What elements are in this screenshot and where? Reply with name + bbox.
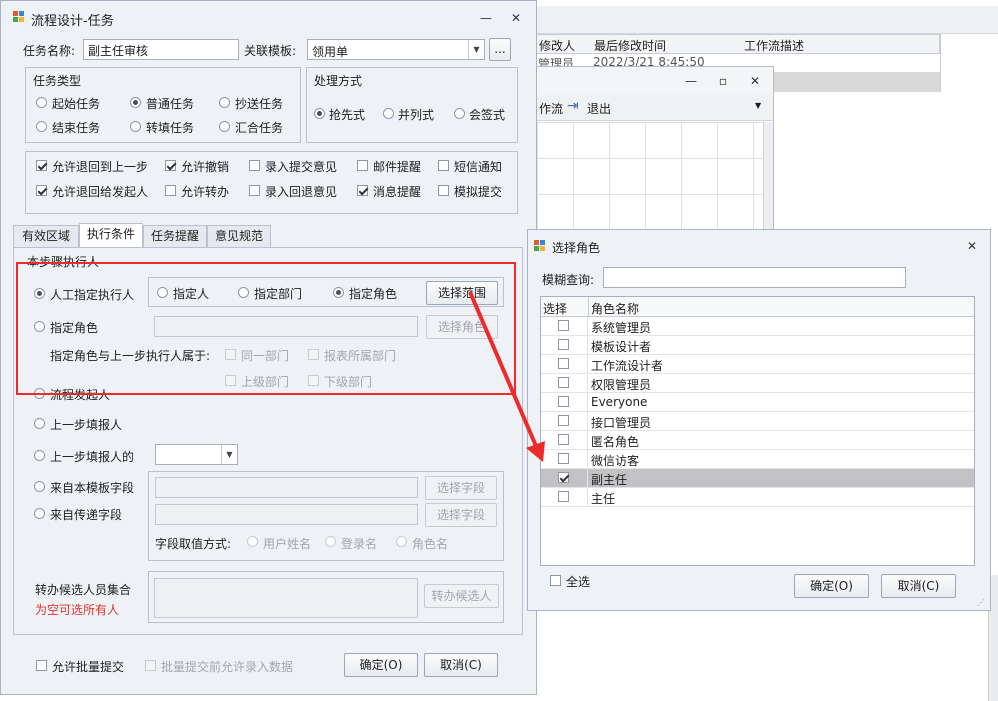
annotation-arrow-line xyxy=(468,291,538,447)
annotation-arrow xyxy=(468,291,545,462)
